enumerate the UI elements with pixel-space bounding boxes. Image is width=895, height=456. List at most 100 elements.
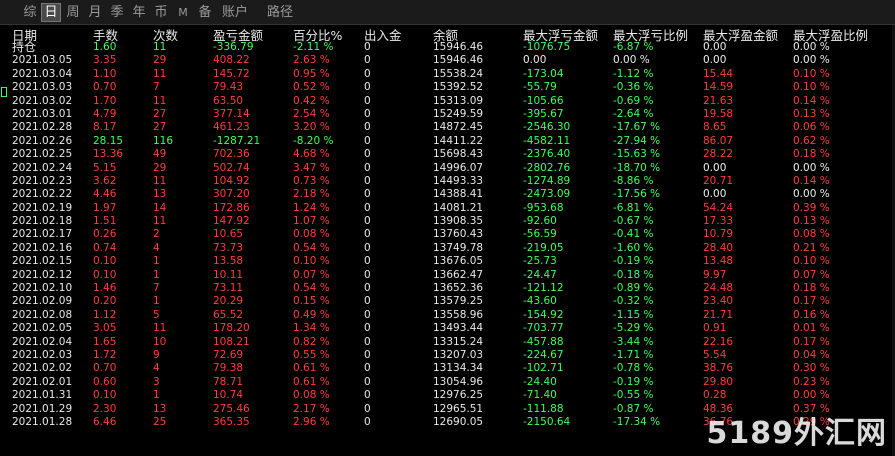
row-lots: 0.74 xyxy=(93,241,117,254)
row-max-floating-loss: -703.77 xyxy=(523,322,564,335)
holding-row[interactable]: 持仓 1.60 11 -336.79 -2.11 % 0 15946.46 -1076.75 -… xyxy=(0,40,895,54)
row-percent: 4.68 % xyxy=(293,148,330,161)
row-marker-icon xyxy=(1,87,7,97)
table-row[interactable]: 2021.02.28 8.17 27 461.23 3.20 % 0 14872.45 -25… xyxy=(0,121,895,134)
row-lots: 0.10 xyxy=(93,389,117,402)
row-pnl: 10.11 xyxy=(213,268,244,281)
row-lots: 1.46 xyxy=(93,282,117,295)
row-lots: 1.65 xyxy=(93,335,117,348)
table-row[interactable]: 2021.02.17 0.26 2 10.65 0.08 % 0 13760.43 -56.5… xyxy=(0,228,895,241)
tab-path[interactable]: 路径 xyxy=(265,4,295,21)
row-max-floating-profit-ratio: 0.01 % xyxy=(793,322,830,335)
row-percent: 0.08 % xyxy=(293,389,330,402)
table-row[interactable]: 2021.02.15 0.10 1 13.58 0.10 % 0 13676.05 -25.7… xyxy=(0,255,895,268)
row-balance: 13134.34 xyxy=(433,362,484,375)
row-deposit-withdraw: 0 xyxy=(364,174,371,187)
row-count: 7 xyxy=(153,81,160,94)
table-row[interactable]: 2021.02.18 1.51 11 147.92 1.07 % 0 13908.35 -92… xyxy=(0,215,895,228)
table-row[interactable]: 2021.02.01 0.60 3 78.71 0.61 % 0 13054.96 -24.4… xyxy=(0,376,895,389)
row-max-floating-profit: 13.48 xyxy=(703,255,734,268)
row-date: 2021.02.03 xyxy=(12,348,73,361)
row-deposit-withdraw: 0 xyxy=(364,161,371,174)
row-balance: 12976.25 xyxy=(433,389,484,402)
table-row[interactable]: 2021.02.19 1.97 14 172.86 1.24 % 0 14081.21 -95… xyxy=(0,202,895,215)
tab-month[interactable]: 月 xyxy=(87,4,103,21)
tab-quarter[interactable]: 季 xyxy=(109,4,125,21)
row-max-floating-loss-ratio: -3.44 % xyxy=(613,335,654,348)
row-max-floating-profit-ratio: 0.14 % xyxy=(793,174,830,187)
row-lots: 8.17 xyxy=(93,121,117,134)
table-row[interactable]: 2021.02.05 3.05 11 178.20 1.34 % 0 13493.44 -70… xyxy=(0,322,895,335)
row-percent: 0.73 % xyxy=(293,174,330,187)
row-lots: 3.62 xyxy=(93,174,117,187)
row-max-floating-loss: -102.71 xyxy=(523,362,564,375)
row-percent: 0.54 % xyxy=(293,282,330,295)
row-balance: 13749.78 xyxy=(433,241,484,254)
table-row[interactable]: 2021.02.02 0.70 4 79.38 0.61 % 0 13134.34 -102.… xyxy=(0,362,895,375)
row-balance: 13558.96 xyxy=(433,308,484,321)
row-balance: 14996.07 xyxy=(433,161,484,174)
table-row[interactable]: 2021.03.03 0.70 7 79.43 0.52 % 0 15392.52 -55.7… xyxy=(0,81,895,94)
row-deposit-withdraw: 0 xyxy=(364,295,371,308)
row-count: 14 xyxy=(153,201,167,214)
table-row[interactable]: 2021.02.12 0.10 1 10.11 0.07 % 0 13662.47 -24.4… xyxy=(0,269,895,282)
tab-week[interactable]: 周 xyxy=(65,4,81,21)
table-row[interactable]: 2021.02.09 0.20 1 20.29 0.15 % 0 13579.25 -43.6… xyxy=(0,295,895,308)
row-balance: 15392.52 xyxy=(433,81,484,94)
table-row[interactable]: 2021.03.02 1.70 11 63.50 0.42 % 0 15313.09 -105… xyxy=(0,95,895,108)
row-max-floating-loss-ratio: -0.69 % xyxy=(613,94,654,107)
row-balance: 15698.43 xyxy=(433,148,484,161)
table-row[interactable]: 2021.02.08 1.12 5 65.52 0.49 % 0 13558.96 -154.… xyxy=(0,309,895,322)
daily-stats-table: 持仓 1.60 11 -336.79 -2.11 % 0 15946.46 -1076.75-… xyxy=(0,40,895,429)
tab-magic[interactable]: M xyxy=(176,4,190,21)
row-lots: 5.15 xyxy=(93,161,117,174)
row-max-floating-loss: -2473.09 xyxy=(523,188,571,201)
table-row[interactable]: 2021.03.04 1.10 11 145.72 0.95 % 0 15538.24 -17… xyxy=(0,68,895,81)
tab-summary[interactable]: 综 xyxy=(22,4,38,21)
row-percent: 3.47 % xyxy=(293,161,330,174)
table-row[interactable]: 2021.02.24 5.15 29 502.74 3.47 % 0 14996.07 -28… xyxy=(0,162,895,175)
row-max-floating-loss: -953.68 xyxy=(523,201,564,214)
table-row[interactable]: 2021.02.16 0.74 4 73.73 0.54 % 0 13749.78 -219.… xyxy=(0,242,895,255)
row-max-floating-profit: 15.44 xyxy=(703,67,734,80)
row-deposit-withdraw: 0 xyxy=(364,255,371,268)
row-max-floating-profit-ratio: 0.00 % xyxy=(793,389,830,402)
tab-account[interactable]: 账户 xyxy=(220,4,250,21)
tab-year[interactable]: 年 xyxy=(131,4,147,21)
row-max-floating-loss: -55.79 xyxy=(523,81,557,94)
tab-currency[interactable]: 币 xyxy=(153,4,169,21)
row-lots: 0.10 xyxy=(93,268,117,281)
row-percent: 0.61 % xyxy=(293,362,330,375)
table-row[interactable]: 2021.02.23 3.62 11 104.92 0.73 % 0 14493.33 -12… xyxy=(0,175,895,188)
row-count: 11 xyxy=(153,215,167,228)
row-lots: 0.10 xyxy=(93,255,117,268)
row-max-floating-loss: -173.04 xyxy=(523,67,564,80)
row-pnl: 65.52 xyxy=(213,308,244,321)
table-row[interactable]: 2021.01.31 0.10 1 10.74 0.08 % 0 12976.25 -71.4… xyxy=(0,389,895,402)
row-max-floating-profit-ratio: 0.30 % xyxy=(793,362,830,375)
tab-note[interactable]: 备 xyxy=(197,4,213,21)
row-lots: 1.72 xyxy=(93,348,117,361)
row-max-floating-profit: 14.59 xyxy=(703,81,734,94)
row-lots: 4.46 xyxy=(93,188,117,201)
table-row[interactable]: 2021.02.10 1.46 7 73.11 0.54 % 0 13652.36 -121.… xyxy=(0,282,895,295)
row-balance: 12690.05 xyxy=(433,415,484,428)
row-deposit-withdraw: 0 xyxy=(364,67,371,80)
table-row[interactable]: 2021.03.05 3.35 29 408.22 2.63 % 0 15946.46 0.0… xyxy=(0,54,895,67)
tab-day[interactable]: 日 xyxy=(41,3,61,22)
row-balance: 14081.21 xyxy=(433,201,484,214)
table-row[interactable]: 2021.02.26 28.15 116 -1287.21 -8.20 % 0 14411.… xyxy=(0,135,895,148)
row-balance: 12965.51 xyxy=(433,402,484,415)
table-row[interactable]: 2021.02.04 1.65 10 108.21 0.82 % 0 13315.24 -45… xyxy=(0,336,895,349)
row-max-floating-profit-ratio: 0.07 % xyxy=(793,268,830,281)
row-pnl: -1287.21 xyxy=(213,134,261,147)
table-row[interactable]: 2021.02.03 1.72 9 72.69 0.55 % 0 13207.03 -224.… xyxy=(0,349,895,362)
table-row[interactable]: 2021.02.22 4.46 13 307.20 2.18 % 0 14388.41 -24… xyxy=(0,188,895,201)
table-row[interactable]: 2021.02.25 13.36 49 702.36 4.68 % 0 15698.43 -2… xyxy=(0,148,895,161)
row-pnl: 10.74 xyxy=(213,389,244,402)
row-max-floating-profit-ratio: 0.10 % xyxy=(793,67,830,80)
row-max-floating-loss-ratio: -0.36 % xyxy=(613,81,654,94)
row-percent: 0.07 % xyxy=(293,268,330,281)
row-max-floating-loss: -43.60 xyxy=(523,295,557,308)
table-row[interactable]: 2021.03.01 4.79 27 377.14 2.54 % 0 15249.59 -39… xyxy=(0,108,895,121)
